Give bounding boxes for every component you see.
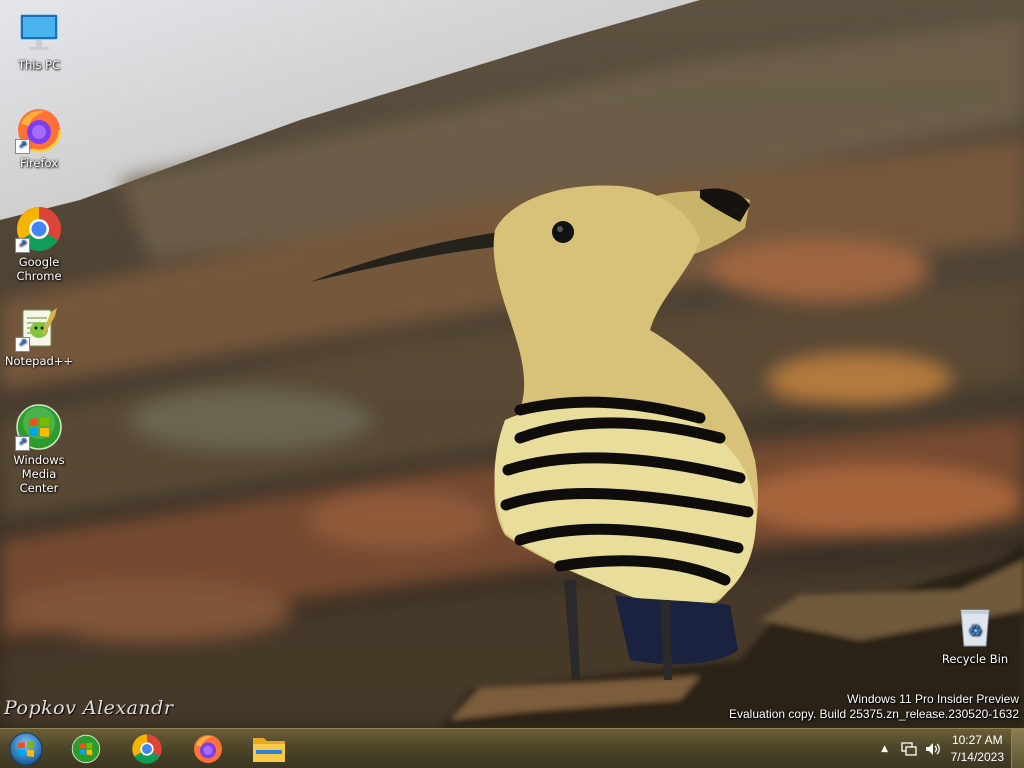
notepadpp-icon: ↗ — [15, 304, 63, 352]
network-icon[interactable] — [899, 739, 919, 759]
desktop-wallpaper — [0, 0, 1024, 728]
shortcut-arrow-icon: ↗ — [15, 238, 30, 253]
chrome-icon: ↗ — [15, 205, 63, 253]
shortcut-arrow-icon: ↗ — [15, 139, 30, 154]
desktop-icon-label: Google Chrome — [16, 255, 62, 283]
recycle-bin-icon: ♻ — [951, 602, 999, 650]
taskbar-clock[interactable]: 10:27 AM 7/14/2023 — [951, 732, 1004, 766]
desktop-icon-google-chrome[interactable]: ↗ Google Chrome — [1, 205, 77, 283]
wallpaper-signature: Popkov Alexandr — [4, 697, 174, 719]
desktop-icon-firefox[interactable]: ↗ Firefox — [1, 106, 77, 170]
watermark-build: Evaluation copy. Build 25375.zn_release.… — [729, 707, 1019, 721]
system-tray: ▲ 10:27 AM 7/14/2023 — [873, 729, 1008, 768]
desktop-icon-label: Recycle Bin — [941, 652, 1009, 666]
os-build-watermark: Windows 11 Pro Insider Preview Evaluatio… — [729, 692, 1019, 722]
firefox-icon — [194, 735, 222, 763]
media-center-icon — [71, 734, 101, 764]
clock-date: 7/14/2023 — [950, 750, 1004, 764]
watermark-edition: Windows 11 Pro Insider Preview — [847, 692, 1019, 706]
taskbar-media-center-button[interactable] — [59, 729, 113, 768]
chrome-icon — [132, 734, 162, 764]
start-button[interactable] — [1, 729, 51, 768]
show-hidden-icons-chevron-icon[interactable]: ▲ — [875, 739, 895, 759]
taskbar-chrome-button[interactable] — [120, 729, 174, 768]
media-center-icon: ↗ — [15, 403, 63, 451]
volume-icon[interactable] — [923, 739, 943, 759]
desktop-icon-label: This PC — [17, 58, 61, 72]
clock-time: 10:27 AM — [951, 733, 1003, 747]
taskbar: ▲ 10:27 AM 7/14/2023 — [0, 728, 1024, 768]
taskbar-file-explorer-button[interactable] — [242, 729, 296, 768]
windows-orb-icon — [9, 732, 43, 766]
firefox-icon: ↗ — [15, 106, 63, 154]
desktop-icon-label: Windows Media Center — [13, 453, 65, 495]
desktop-icon-label: Firefox — [19, 156, 59, 170]
desktop-icon-recycle-bin[interactable]: ♻ Recycle Bin — [937, 602, 1013, 666]
shortcut-arrow-icon: ↗ — [15, 436, 30, 451]
svg-text:♻: ♻ — [968, 621, 982, 640]
show-desktop-button[interactable] — [1011, 729, 1024, 768]
folder-icon — [253, 738, 285, 762]
desktop-icon-windows-media-center[interactable]: ↗ Windows Media Center — [1, 403, 77, 495]
monitor-icon — [15, 8, 63, 56]
desktop-icon-label: Notepad++ — [4, 354, 74, 368]
taskbar-firefox-button[interactable] — [181, 729, 235, 768]
shortcut-arrow-icon: ↗ — [15, 337, 30, 352]
desktop-icon-notepadpp[interactable]: ↗ Notepad++ — [1, 304, 77, 368]
desktop-icon-this-pc[interactable]: This PC — [1, 8, 77, 72]
